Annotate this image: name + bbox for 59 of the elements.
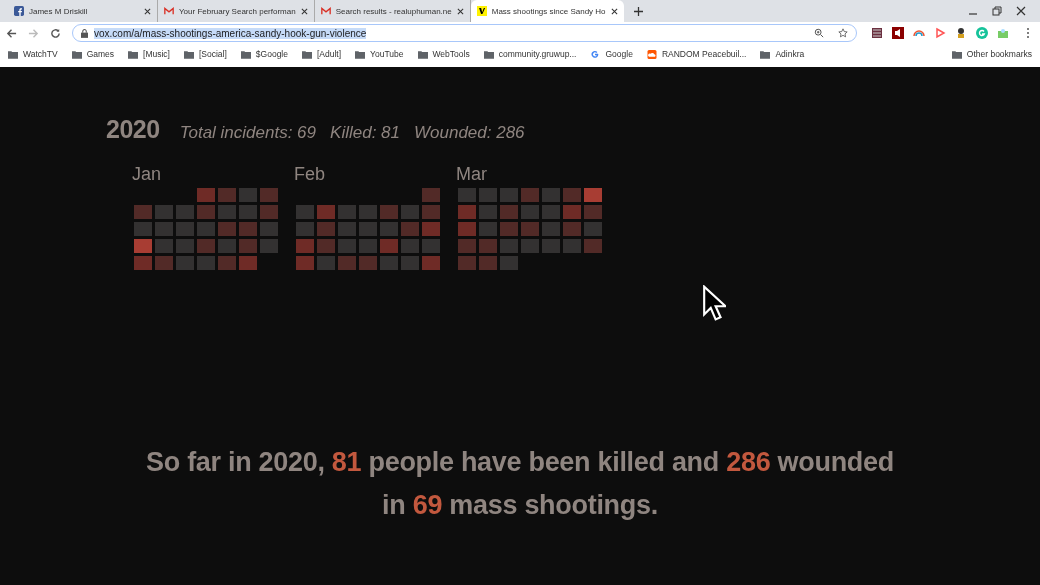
- mouse-cursor-icon: [702, 285, 726, 321]
- folder-icon: [483, 49, 494, 59]
- bookmark[interactable]: WebTools: [417, 49, 470, 59]
- close-icon[interactable]: [144, 7, 151, 15]
- envelope-icon: [164, 6, 174, 16]
- figure-icon[interactable]: [955, 27, 967, 39]
- close-icon[interactable]: [456, 7, 464, 15]
- vox-logo-icon: [476, 6, 487, 16]
- speaker-icon[interactable]: [892, 27, 904, 39]
- zoom-icon[interactable]: [814, 28, 824, 38]
- bookmark[interactable]: [Music]: [128, 49, 170, 59]
- folder-icon: [302, 49, 312, 59]
- folder-icon: [71, 49, 82, 59]
- browser-tab[interactable]: Mass shootings since Sandy Ho: [470, 0, 624, 22]
- reload-icon[interactable]: [50, 27, 61, 39]
- bookmark[interactable]: Adinkra: [760, 49, 805, 59]
- close-icon[interactable]: [1016, 6, 1026, 16]
- lock-icon: [81, 28, 88, 38]
- bookmark[interactable]: Games: [71, 49, 115, 59]
- bookmark[interactable]: Google: [590, 49, 633, 59]
- month-label: Mar: [456, 164, 488, 186]
- folder-icon: [8, 49, 18, 59]
- folder-icon: [128, 49, 139, 59]
- bookmark[interactable]: YouTube: [355, 49, 404, 59]
- folder-icon: [240, 49, 251, 59]
- facebook-icon: [14, 6, 24, 16]
- folder-icon: [417, 49, 428, 59]
- envelope-icon: [320, 6, 331, 16]
- folder-icon: [183, 49, 194, 59]
- bookmark[interactable]: [Social]: [183, 49, 227, 59]
- bookmark[interactable]: WatchTV: [8, 49, 58, 59]
- bookmark[interactable]: $Google: [240, 49, 288, 59]
- close-icon[interactable]: [300, 7, 308, 15]
- google-icon: [590, 49, 601, 59]
- bookmark[interactable]: [Adult]: [302, 49, 342, 59]
- stat-label: Killed: 81: [330, 123, 400, 143]
- year-heading: 2020: [106, 115, 160, 144]
- folder-icon: [951, 49, 962, 59]
- back-icon[interactable]: [6, 27, 17, 39]
- restore-icon[interactable]: [992, 6, 1002, 16]
- bookmark[interactable]: RANDOM Peacebuil...: [646, 49, 747, 59]
- extension-icon[interactable]: [871, 27, 883, 39]
- bookmark[interactable]: Other bookmarks: [951, 49, 1032, 59]
- month-label: Jan: [132, 164, 163, 186]
- cloud-icon: [646, 49, 657, 59]
- rainbow-icon[interactable]: [913, 27, 925, 39]
- close-icon[interactable]: [610, 7, 618, 15]
- stat-label: Total incidents: 69: [179, 123, 317, 143]
- folder-icon: [355, 49, 366, 59]
- bookmark[interactable]: community.gruwup...: [483, 49, 577, 59]
- play-icon[interactable]: [934, 27, 946, 39]
- folder-icon: [760, 49, 771, 59]
- new-tab-icon[interactable]: [633, 6, 643, 16]
- star-icon[interactable]: [838, 28, 848, 38]
- menu-icon[interactable]: [1026, 27, 1030, 39]
- headline-text: So far in 2020, 81 people have been killed and 286 wounded: [145, 447, 895, 478]
- headline-text: in 69 mass shootings.: [381, 490, 659, 521]
- stat-label: Wounded: 286: [414, 123, 525, 143]
- month-label: Feb: [294, 164, 327, 186]
